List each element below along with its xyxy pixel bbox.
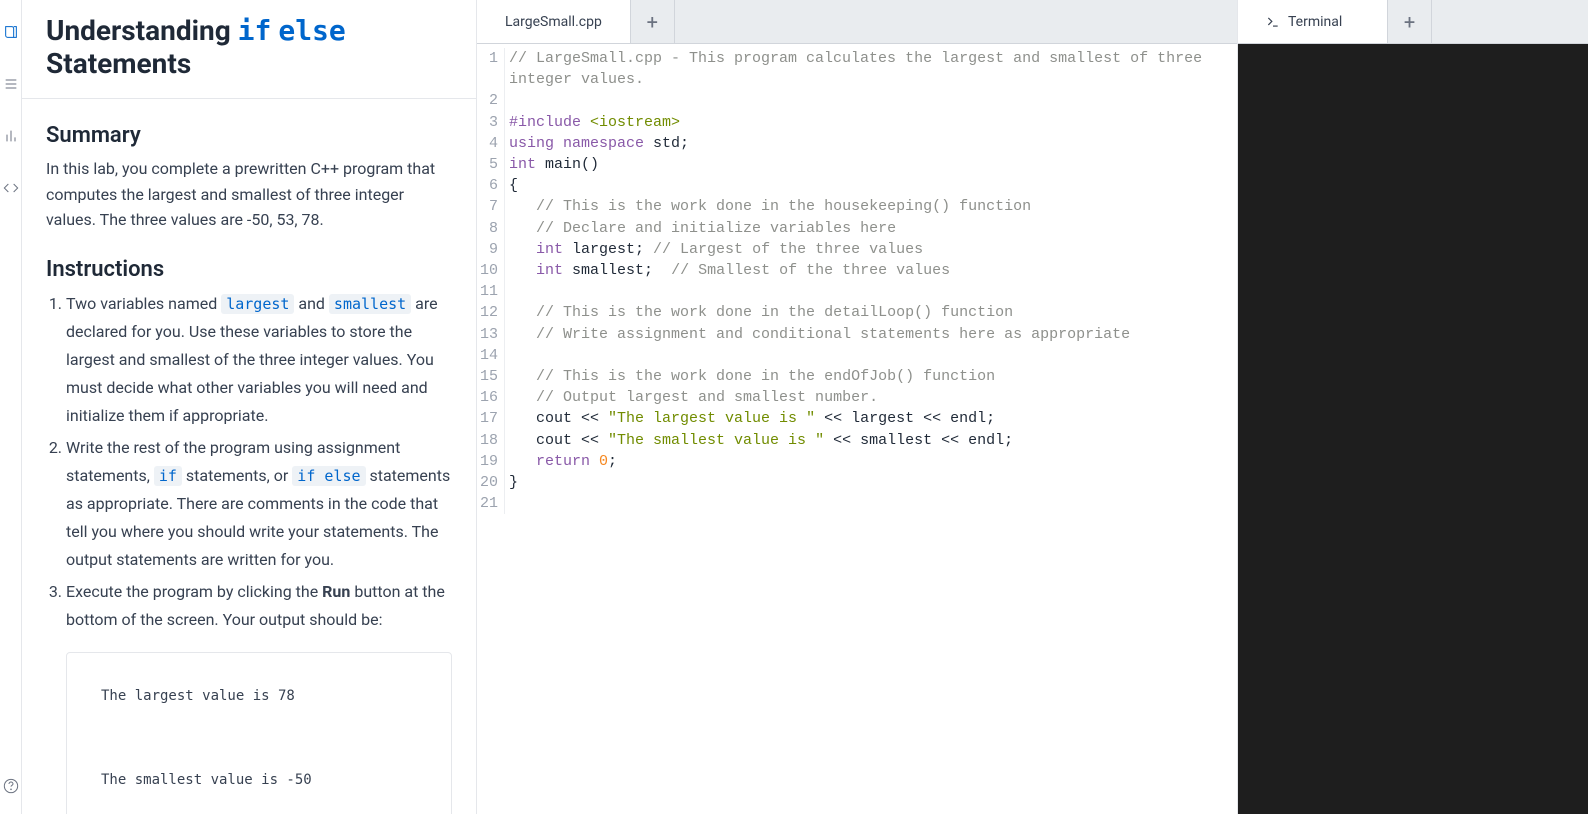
instruction-step-1: Two variables named largest and smallest… [66, 290, 452, 430]
icon-rail [0, 0, 22, 814]
title-keyword-if: if [238, 14, 272, 47]
page-title: Understanding if else Statements [22, 0, 476, 99]
code-icon[interactable] [3, 180, 19, 196]
new-terminal-button[interactable]: + [1388, 0, 1432, 43]
inline-code-if: if [154, 466, 182, 486]
run-button-mention: Run [322, 582, 350, 601]
inline-code-ifelse: if else [292, 466, 365, 486]
terminal-icon [1266, 15, 1280, 29]
editor-tab-file[interactable]: LargeSmall.cpp [477, 0, 631, 43]
editor-tab-label: LargeSmall.cpp [505, 14, 602, 30]
inline-code-smallest: smallest [329, 294, 411, 314]
help-icon[interactable] [3, 778, 19, 794]
instruction-step-2: Write the rest of the program using assi… [66, 434, 452, 574]
instruction-step-3: Execute the program by clicking the Run … [66, 578, 452, 814]
app-root: Understanding if else Statements Summary… [0, 0, 1588, 814]
expected-output-block: The largest value is 78 The smallest val… [66, 652, 452, 814]
text: Two variables named [66, 294, 221, 313]
text: statements, or [182, 466, 292, 485]
terminal-body[interactable] [1238, 44, 1588, 814]
instructions-pane[interactable]: Understanding if else Statements Summary… [22, 0, 477, 814]
code-editor[interactable]: 1// LargeSmall.cpp - This program calcul… [477, 44, 1237, 814]
title-pre: Understanding [46, 14, 238, 47]
terminal-tab[interactable]: Terminal [1238, 0, 1388, 43]
list-icon[interactable] [3, 76, 19, 92]
editor-pane: LargeSmall.cpp + 1// LargeSmall.cpp - Th… [477, 0, 1238, 814]
editor-tabbar: LargeSmall.cpp + [477, 0, 1237, 44]
terminal-pane: Terminal + [1238, 0, 1588, 814]
chart-icon[interactable] [3, 128, 19, 144]
new-tab-button[interactable]: + [631, 0, 675, 43]
book-icon[interactable] [3, 24, 19, 40]
summary-heading: Summary [46, 123, 452, 148]
summary-section: Summary In this lab, you complete a prew… [22, 99, 476, 233]
title-keyword-else: else [278, 14, 345, 47]
text: and [294, 294, 329, 313]
summary-text: In this lab, you complete a prewritten C… [46, 156, 452, 233]
title-post: Statements [46, 47, 191, 80]
inline-code-largest: largest [221, 294, 294, 314]
instructions-heading: Instructions [46, 257, 452, 282]
instructions-section: Instructions Two variables named largest… [22, 233, 476, 814]
text: Execute the program by clicking the [66, 582, 322, 601]
terminal-tabbar: Terminal + [1238, 0, 1588, 44]
terminal-tab-label: Terminal [1288, 14, 1342, 30]
